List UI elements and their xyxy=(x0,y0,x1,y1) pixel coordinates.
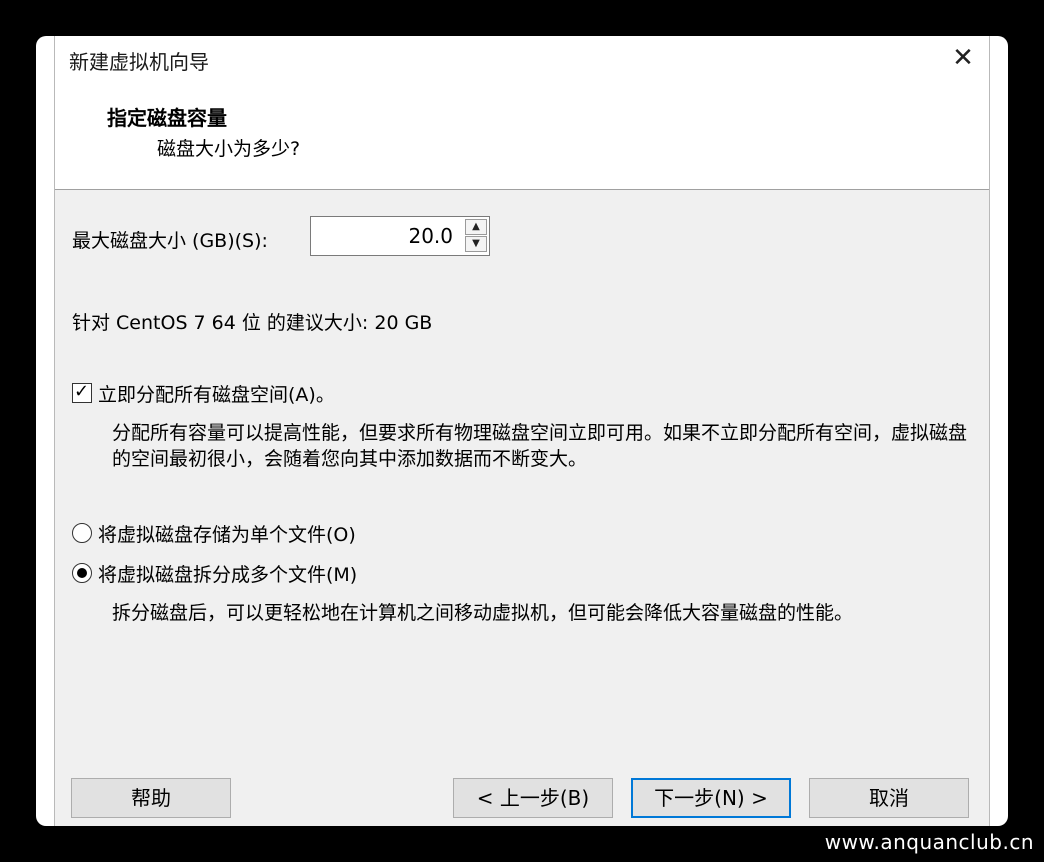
radio-multi-icon[interactable] xyxy=(72,563,92,583)
window-title: 新建虚拟机向导 xyxy=(69,50,209,74)
checkbox-box[interactable]: ✓ xyxy=(72,381,92,403)
disk-size-input[interactable] xyxy=(311,217,459,255)
allocate-now-checkbox[interactable]: ✓ 立即分配所有磁盘空间(A)。 xyxy=(72,378,335,408)
stepper-down-icon[interactable]: ▼ xyxy=(465,236,487,252)
stepper-buttons: ▲ ▼ xyxy=(465,219,487,253)
allocate-now-label[interactable]: 立即分配所有磁盘空间(A)。 xyxy=(98,380,335,407)
multi-file-description: 拆分磁盘后，可以更轻松地在计算机之间移动虚拟机，但可能会降低大容量磁盘的性能。 xyxy=(112,602,854,624)
wizard-header: 指定磁盘容量 磁盘大小为多少? xyxy=(55,80,989,190)
wizard-window: 新建虚拟机向导 ✕ 指定磁盘容量 磁盘大小为多少? 最大磁盘大小 (GB)(S)… xyxy=(54,36,990,826)
recommended-size-text: 针对 CentOS 7 64 位 的建议大小: 20 GB xyxy=(72,312,433,334)
page-title: 指定磁盘容量 xyxy=(107,106,227,130)
allocate-description: 分配所有容量可以提高性能，但要求所有物理磁盘空间立即可用。如果不立即分配所有空间… xyxy=(112,422,968,470)
disk-size-label: 最大磁盘大小 (GB)(S): xyxy=(72,230,268,252)
disk-size-stepper[interactable]: ▲ ▼ xyxy=(310,216,490,256)
single-file-label[interactable]: 将虚拟磁盘存储为单个文件(O) xyxy=(98,520,356,547)
wizard-body: 最大磁盘大小 (GB)(S): ▲ ▼ 针对 CentOS 7 64 位 的建议… xyxy=(55,190,989,826)
close-icon[interactable]: ✕ xyxy=(943,40,983,76)
help-button[interactable]: 帮助 xyxy=(71,778,231,818)
cancel-button[interactable]: 取消 xyxy=(809,778,969,818)
checkmark-icon: ✓ xyxy=(74,381,90,402)
single-file-radio[interactable]: 将虚拟磁盘存储为单个文件(O) xyxy=(72,518,356,548)
multi-file-radio[interactable]: 将虚拟磁盘拆分成多个文件(M) xyxy=(72,558,357,588)
page-subtitle: 磁盘大小为多少? xyxy=(157,138,301,160)
multi-file-label[interactable]: 将虚拟磁盘拆分成多个文件(M) xyxy=(98,560,357,587)
watermark-text: www.anquanclub.cn xyxy=(824,830,1034,854)
back-button[interactable]: < 上一步(B) xyxy=(453,778,613,818)
radio-single-icon[interactable] xyxy=(72,523,92,543)
title-bar: 新建虚拟机向导 ✕ xyxy=(55,36,989,80)
stepper-up-icon[interactable]: ▲ xyxy=(465,219,487,235)
screenshot-frame: 新建虚拟机向导 ✕ 指定磁盘容量 磁盘大小为多少? 最大磁盘大小 (GB)(S)… xyxy=(36,36,1008,826)
next-button[interactable]: 下一步(N) > xyxy=(631,778,791,818)
